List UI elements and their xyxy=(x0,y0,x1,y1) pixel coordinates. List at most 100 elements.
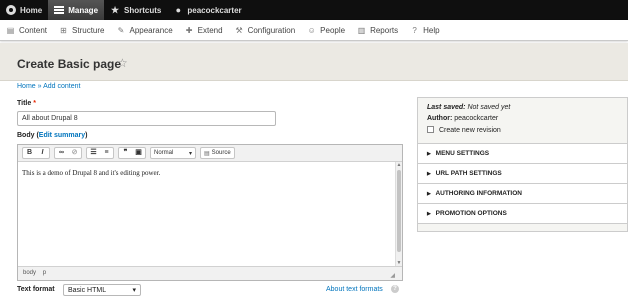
resize-handle-icon[interactable]: ◢ xyxy=(390,272,395,279)
format-group: B I xyxy=(22,147,50,159)
new-revision-checkbox[interactable] xyxy=(427,126,434,133)
title-input[interactable]: All about Drupal 8 xyxy=(17,111,276,126)
toolbar-shortcuts-label: Shortcuts xyxy=(124,5,162,15)
path-p[interactable]: p xyxy=(43,270,46,276)
help-icon: ? xyxy=(412,25,417,35)
drupal-icon xyxy=(6,5,16,15)
triangle-right-icon: ▶ xyxy=(427,191,431,197)
tray-item-label: Reports xyxy=(370,25,399,35)
bar-chart-icon: ▥ xyxy=(357,25,366,35)
body-label: Body (Edit summary) xyxy=(17,132,87,139)
toolbar-home-label: Home xyxy=(20,5,43,15)
editor-toolbar: B I ∞ ⊘ ☰ ≡ ❞ ▣ Normal ▾ ▤ Source xyxy=(18,145,402,162)
paren-close: ) xyxy=(85,132,88,139)
tray-item-label: People xyxy=(320,25,346,35)
format-select-value: Normal xyxy=(154,150,174,156)
tray-item-appearance[interactable]: ✎ Appearance xyxy=(111,26,179,35)
scroll-up-icon[interactable]: ▲ xyxy=(396,162,402,168)
user-icon: ● xyxy=(175,5,182,15)
tray-item-configuration[interactable]: ⚒ Configuration xyxy=(229,26,302,35)
list-group: ☰ ≡ xyxy=(86,147,114,159)
tray-item-help[interactable]: ? Help xyxy=(404,26,445,35)
text-format-value: Basic HTML xyxy=(68,286,107,294)
url-path-settings-section[interactable]: ▶ URL PATH SETTINGS xyxy=(418,164,627,184)
bulleted-list-icon[interactable]: ☰ xyxy=(87,148,100,158)
editor-element-path: body p ◢ xyxy=(18,266,402,280)
scroll-thumb[interactable] xyxy=(397,170,401,252)
wrench-icon: ⚒ xyxy=(235,25,243,35)
link-icon[interactable]: ∞ xyxy=(55,148,68,158)
document-icon: ▤ xyxy=(6,25,15,35)
source-button[interactable]: ▤ Source xyxy=(200,147,235,159)
shortcut-star-icon[interactable]: ☆ xyxy=(117,56,128,70)
page-header: Create Basic page ☆ xyxy=(0,43,628,81)
editor-content[interactable]: This is a demo of Drupal 8 and it's edit… xyxy=(18,162,396,266)
triangle-right-icon: ▶ xyxy=(427,211,431,217)
tray-item-label: Configuration xyxy=(247,25,296,35)
tray-item-content[interactable]: ▤ Content xyxy=(0,26,53,35)
people-icon: ☺ xyxy=(307,25,316,35)
tray-item-people[interactable]: ☺ People xyxy=(301,26,351,35)
last-saved-value: Not saved yet xyxy=(467,104,511,111)
toolbar-home[interactable]: Home xyxy=(0,0,48,20)
toolbar-user[interactable]: ● peacockcarter xyxy=(167,0,247,20)
page-title: Create Basic page xyxy=(17,57,122,71)
section-label: URL PATH SETTINGS xyxy=(435,170,502,177)
help-icon[interactable]: ? xyxy=(391,285,399,293)
tray-item-structure[interactable]: ⊞ Structure xyxy=(53,26,110,35)
toolbar-shortcuts[interactable]: ★ Shortcuts xyxy=(104,0,167,20)
blockquote-icon[interactable]: ❞ xyxy=(119,148,132,158)
link-group: ∞ ⊘ xyxy=(54,147,82,159)
source-label: Source xyxy=(211,150,231,156)
italic-button[interactable]: I xyxy=(36,148,49,158)
tray-item-label: Structure xyxy=(72,25,105,35)
tray-item-label: Extend xyxy=(197,25,223,35)
puzzle-icon: ✚ xyxy=(185,25,193,35)
admin-toolbar: Home Manage ★ Shortcuts ● peacockcarter xyxy=(0,0,628,20)
structure-icon: ⊞ xyxy=(60,25,67,35)
star-icon: ★ xyxy=(110,5,120,15)
format-select[interactable]: Normal ▾ xyxy=(150,147,196,159)
toolbar-user-label: peacockcarter xyxy=(187,5,242,15)
bold-button[interactable]: B xyxy=(23,148,36,158)
menu-settings-section[interactable]: ▶ MENU SETTINGS xyxy=(418,144,627,164)
paintbrush-icon: ✎ xyxy=(117,25,125,35)
tray-item-label: Content xyxy=(19,25,48,35)
last-saved-label: Last saved: xyxy=(427,104,466,111)
node-sidebar: Last saved: Not saved yet Author: peacoc… xyxy=(417,97,628,232)
body-editor: B I ∞ ⊘ ☰ ≡ ❞ ▣ Normal ▾ ▤ Source This i… xyxy=(17,144,403,281)
author-label: Author: xyxy=(427,115,453,122)
last-saved: Last saved: Not saved yet xyxy=(427,104,618,111)
title-label-text: Title xyxy=(17,100,32,107)
image-icon[interactable]: ▣ xyxy=(132,148,145,158)
promotion-options-section[interactable]: ▶ PROMOTION OPTIONS xyxy=(418,204,627,224)
unlink-icon[interactable]: ⊘ xyxy=(68,148,81,158)
triangle-right-icon: ▶ xyxy=(427,171,431,177)
about-text-formats-link[interactable]: About text formats xyxy=(326,286,383,293)
body-label-text: Body xyxy=(17,132,35,139)
breadcrumb-home[interactable]: Home xyxy=(17,83,36,90)
section-label: MENU SETTINGS xyxy=(435,150,490,157)
triangle-right-icon: ▶ xyxy=(427,151,431,157)
section-label: AUTHORING INFORMATION xyxy=(435,190,522,197)
section-label: PROMOTION OPTIONS xyxy=(435,210,507,217)
edit-summary-link[interactable]: Edit summary xyxy=(39,132,85,139)
toolbar-manage[interactable]: Manage xyxy=(48,0,105,20)
title-label: Title * xyxy=(17,100,36,107)
chevron-down-icon: ▾ xyxy=(188,150,192,157)
tray-item-reports[interactable]: ▥ Reports xyxy=(351,26,404,35)
breadcrumb-add-content[interactable]: Add content xyxy=(43,83,80,90)
required-marker: * xyxy=(33,100,36,107)
editor-scrollbar[interactable]: ▲ ▼ xyxy=(395,162,402,266)
new-revision-row[interactable]: Create new revision xyxy=(427,126,618,134)
author-value: peacockcarter xyxy=(454,115,499,122)
tray-item-extend[interactable]: ✚ Extend xyxy=(179,26,229,35)
author: Author: peacockcarter xyxy=(427,115,618,122)
numbered-list-icon[interactable]: ≡ xyxy=(100,148,113,158)
path-body[interactable]: body xyxy=(23,270,36,276)
meta-info: Last saved: Not saved yet Author: peacoc… xyxy=(418,98,627,144)
text-format-select[interactable]: Basic HTML ▾ xyxy=(63,284,141,296)
menu-icon xyxy=(54,6,65,14)
tray-item-label: Appearance xyxy=(129,25,173,35)
authoring-information-section[interactable]: ▶ AUTHORING INFORMATION xyxy=(418,184,627,204)
